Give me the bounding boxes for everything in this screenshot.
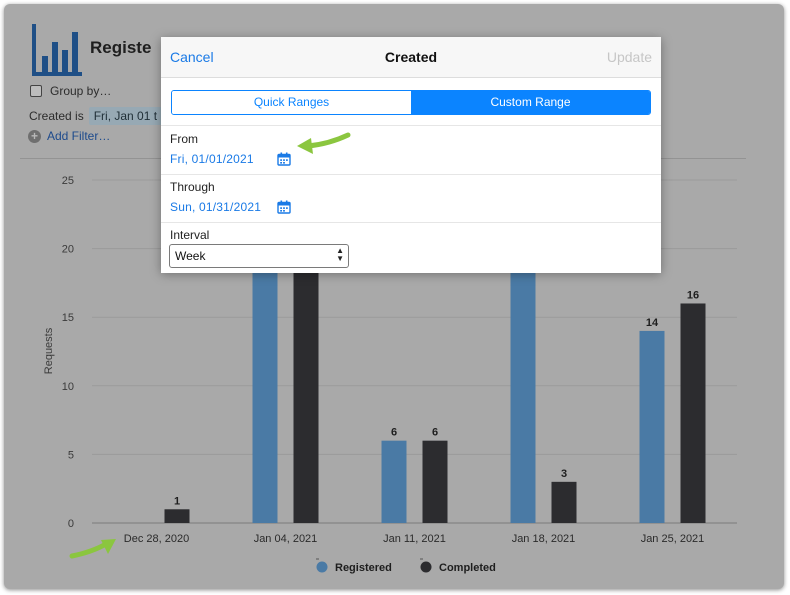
app-window: Registe Group by… Created is Fri, Jan 01…: [4, 4, 784, 589]
select-arrows-icon: ▲ ▼: [336, 246, 344, 263]
data-label: 16: [687, 289, 699, 301]
through-date-value[interactable]: Sun, 01/31/2021: [170, 200, 261, 214]
y-tick-label: 5: [68, 449, 74, 461]
bar-registered: [252, 234, 278, 523]
update-button[interactable]: Update: [607, 49, 652, 65]
bar-registered: [381, 440, 407, 523]
y-axis-label: Requests: [43, 327, 55, 374]
bar-completed: [680, 303, 706, 523]
through-field: Through Sun, 01/31/2021: [161, 174, 661, 223]
data-label: 6: [391, 427, 397, 439]
through-label: Through: [170, 180, 215, 194]
range-mode-segmented-control: Quick Ranges Custom Range: [171, 90, 651, 115]
y-tick-label: 15: [62, 312, 74, 324]
bar-registered: [639, 330, 665, 523]
x-tick-label: Jan 18, 2021: [512, 533, 576, 545]
x-tick-label: Jan 04, 2021: [254, 533, 318, 545]
legend-marker: [316, 561, 328, 573]
x-tick-label: Dec 28, 2020: [124, 533, 189, 545]
tab-custom-range[interactable]: Custom Range: [411, 91, 650, 114]
tab-quick-ranges[interactable]: Quick Ranges: [172, 91, 411, 114]
from-label: From: [170, 132, 198, 146]
dialog-header: Cancel Created Update: [161, 37, 661, 78]
calendar-icon[interactable]: [277, 200, 291, 214]
bar-completed: [164, 509, 190, 523]
dialog-title: Created: [384, 49, 438, 65]
y-tick-label: 25: [62, 175, 74, 187]
legend-label-completed: Completed: [439, 562, 496, 574]
interval-select[interactable]: Week ▲ ▼: [169, 244, 349, 268]
x-tick-label: Jan 25, 2021: [641, 533, 705, 545]
x-tick-label: Jan 11, 2021: [383, 533, 446, 545]
interval-selected-value: Week: [175, 249, 206, 263]
bar-registered: [510, 234, 536, 523]
data-label: 14: [646, 317, 659, 329]
legend-marker: [420, 561, 432, 573]
data-label: 6: [432, 427, 438, 439]
calendar-icon[interactable]: [277, 152, 291, 166]
y-tick-label: 0: [68, 518, 74, 530]
y-tick-label: 10: [62, 381, 74, 393]
interval-field: Interval Week ▲ ▼: [161, 222, 661, 273]
date-fields: From Fri, 01/01/2021 Through Sun, 01/31/…: [161, 125, 661, 273]
y-tick-label: 20: [62, 244, 74, 256]
date-range-dialog: Cancel Created Update Quick Ranges Custo…: [161, 37, 661, 273]
from-date-value[interactable]: Fri, 01/01/2021: [170, 152, 254, 166]
interval-label: Interval: [170, 228, 210, 242]
bar-completed: [293, 234, 319, 523]
from-field: From Fri, 01/01/2021: [161, 126, 661, 175]
legend-label-registered: Registered: [335, 562, 392, 574]
bar-completed: [551, 481, 577, 523]
data-label: 3: [561, 468, 567, 480]
bar-completed: [422, 440, 448, 523]
data-label: 1: [174, 495, 180, 507]
